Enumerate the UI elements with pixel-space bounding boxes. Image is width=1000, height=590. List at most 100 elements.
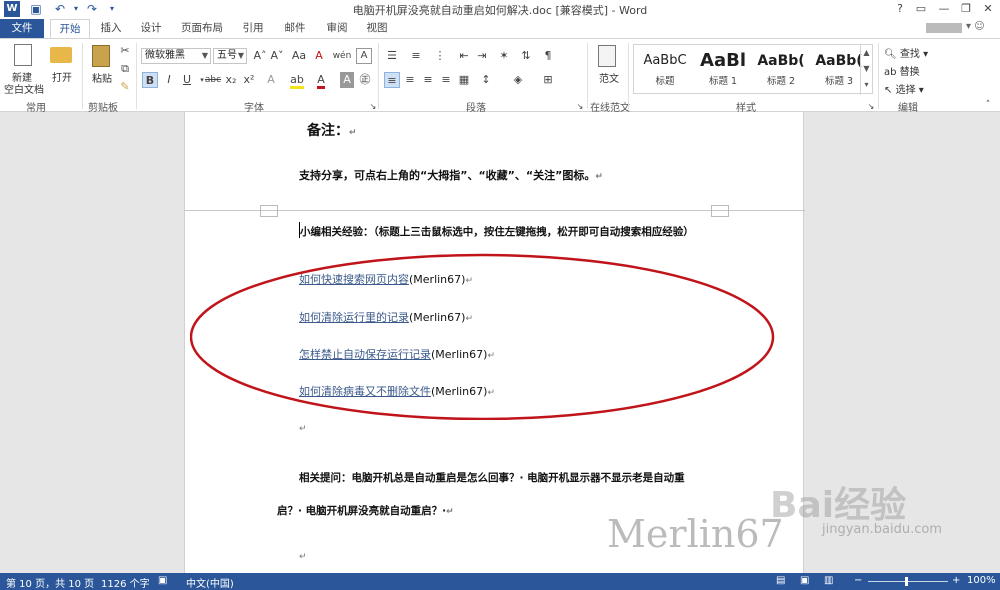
- empty-paragraph-mark: ↵: [299, 552, 307, 562]
- open-folder-icon[interactable]: [50, 47, 72, 63]
- clear-format-button[interactable]: A: [312, 48, 326, 64]
- read-mode-icon[interactable]: ▤: [776, 575, 785, 586]
- page-corner-mark: [260, 211, 278, 217]
- print-layout-icon[interactable]: ▣: [800, 575, 809, 586]
- replace-label: 替换: [899, 67, 920, 78]
- separator: [378, 43, 379, 109]
- justify-icon[interactable]: ≡: [438, 72, 454, 88]
- tab-design[interactable]: 设计: [136, 19, 166, 38]
- text-effects-icon[interactable]: A: [264, 72, 278, 88]
- new-document-icon[interactable]: [14, 44, 32, 66]
- enclose-char-icon[interactable]: ㊣: [358, 72, 372, 88]
- close-button[interactable]: ✕: [977, 0, 999, 18]
- style-title[interactable]: AaBbC 标题: [636, 49, 694, 91]
- style-heading-1[interactable]: AaBl 标题 1: [694, 49, 752, 91]
- numbering-icon[interactable]: ≡: [408, 48, 424, 64]
- proofing-icon[interactable]: ▣: [158, 575, 167, 586]
- zoom-in-icon[interactable]: +: [952, 575, 960, 586]
- underline-button[interactable]: U: [180, 72, 194, 88]
- char-border-button[interactable]: A: [356, 48, 372, 64]
- page-count[interactable]: 第 10 页，共 10 页: [6, 575, 94, 590]
- change-case-button[interactable]: Aa: [290, 48, 308, 64]
- zoom-out-icon[interactable]: −: [854, 575, 862, 586]
- font-color-icon[interactable]: A: [314, 72, 328, 89]
- zoom-slider-thumb[interactable]: [905, 577, 908, 586]
- language[interactable]: 中文(中国): [186, 575, 234, 590]
- distribute-icon[interactable]: ▦: [456, 72, 472, 88]
- annotation-ellipse: [190, 253, 775, 420]
- align-center-icon[interactable]: ≡: [402, 72, 418, 88]
- separator: [878, 43, 879, 109]
- style-heading-2[interactable]: AaBb(标题 2: [752, 49, 810, 91]
- subscript-button[interactable]: x₂: [224, 72, 238, 88]
- tab-review[interactable]: 审阅: [322, 19, 352, 38]
- user-account[interactable]: [926, 23, 962, 33]
- new-blank-label[interactable]: 空白文档: [4, 81, 44, 96]
- format-painter-icon[interactable]: ✎: [118, 79, 132, 95]
- tab-references[interactable]: 引用: [238, 19, 268, 38]
- web-layout-icon[interactable]: ▥: [824, 575, 833, 586]
- align-right-icon[interactable]: ≡: [420, 72, 436, 88]
- open-label[interactable]: 打开: [52, 69, 72, 84]
- shading-icon[interactable]: ◈: [510, 72, 526, 88]
- tab-file[interactable]: 文件: [0, 19, 44, 38]
- font-name-select[interactable]: 微软雅黑 ▼: [141, 48, 211, 64]
- superscript-button[interactable]: x²: [242, 72, 256, 88]
- templates-icon[interactable]: [598, 45, 616, 67]
- tab-home[interactable]: 开始: [50, 19, 90, 39]
- bullets-icon[interactable]: ☰: [384, 48, 400, 64]
- multilevel-list-icon[interactable]: ⋮: [432, 48, 448, 64]
- style-sample: AaBbC: [643, 53, 687, 68]
- font-size-select[interactable]: 五号 ▼: [213, 48, 247, 64]
- note-title: 备注：↵: [307, 123, 357, 139]
- style-name: 标题 1: [708, 76, 738, 87]
- document-area: 备注：↵ 支持分享，可点右上角的“大拇指”、“收藏”、“关注”图标。↵ 小编相关…: [0, 112, 1000, 573]
- highlight-icon[interactable]: ab: [290, 72, 304, 89]
- select-button[interactable]: ↖ 选择 ▾: [884, 81, 924, 96]
- char-shading-icon[interactable]: A: [340, 72, 354, 88]
- decrease-indent-icon[interactable]: ⇤: [456, 48, 472, 64]
- tab-layout[interactable]: 页面布局: [176, 19, 228, 38]
- show-marks-icon[interactable]: ¶: [540, 48, 556, 64]
- styles-scroll-icon[interactable]: ▲ ▼ ▾: [860, 45, 872, 95]
- phonetic-guide-button[interactable]: wén: [330, 48, 354, 64]
- support-paragraph: 支持分享，可点右上角的“大拇指”、“收藏”、“关注”图标。↵: [299, 169, 603, 182]
- tab-mailings[interactable]: 邮件: [280, 19, 310, 38]
- chevron-down-icon: ▼: [237, 51, 244, 60]
- italic-button[interactable]: I: [162, 72, 176, 88]
- zoom-level[interactable]: 100%: [967, 575, 996, 586]
- borders-icon[interactable]: ⊞: [540, 72, 556, 88]
- tab-view[interactable]: 视图: [362, 19, 392, 38]
- grow-font-button[interactable]: A˄: [252, 48, 268, 64]
- line-spacing-icon[interactable]: ↕: [478, 72, 494, 88]
- find-button[interactable]: 🔍︎ 查找 ▾: [884, 45, 928, 60]
- empty-paragraph-mark: ↵: [299, 424, 307, 434]
- restore-button[interactable]: ❐: [955, 0, 977, 18]
- replace-button[interactable]: ab 替换: [884, 63, 920, 78]
- help-button[interactable]: ?: [889, 0, 911, 18]
- zoom-slider[interactable]: [868, 581, 948, 582]
- find-label: 查找: [899, 49, 920, 60]
- ribbon-options-icon[interactable]: ▭: [910, 0, 932, 18]
- copy-icon[interactable]: ⧉: [118, 61, 132, 77]
- paste-icon[interactable]: [92, 45, 110, 67]
- cut-icon[interactable]: ✂: [118, 43, 132, 59]
- title-bar: W ▣ ↶ ▾ ↷ ▾ 电脑开机屏没亮就自动重启如何解决.doc [兼容模式] …: [0, 0, 1000, 19]
- user-dropdown-icon[interactable]: ▾ ☺: [966, 21, 985, 32]
- collapse-ribbon-icon[interactable]: ˄: [982, 97, 994, 113]
- font-size-value: 五号: [217, 50, 237, 61]
- tab-insert[interactable]: 插入: [96, 19, 126, 38]
- shrink-font-button[interactable]: A˅: [269, 48, 285, 64]
- sort-icon[interactable]: ⇅: [518, 48, 534, 64]
- font-name-value: 微软雅黑: [145, 50, 185, 61]
- separator: [136, 43, 137, 109]
- word-count[interactable]: 1126 个字: [101, 575, 150, 590]
- strikethrough-button[interactable]: abc: [204, 72, 222, 88]
- bold-button[interactable]: B: [142, 72, 158, 88]
- templates-label[interactable]: 范文: [599, 70, 619, 85]
- increase-indent-icon[interactable]: ⇥: [474, 48, 490, 64]
- align-left-icon[interactable]: ≡: [384, 72, 400, 88]
- paste-label[interactable]: 粘贴: [92, 70, 112, 85]
- chinese-layout-icon[interactable]: ✶: [496, 48, 512, 64]
- minimize-button[interactable]: —: [933, 0, 955, 18]
